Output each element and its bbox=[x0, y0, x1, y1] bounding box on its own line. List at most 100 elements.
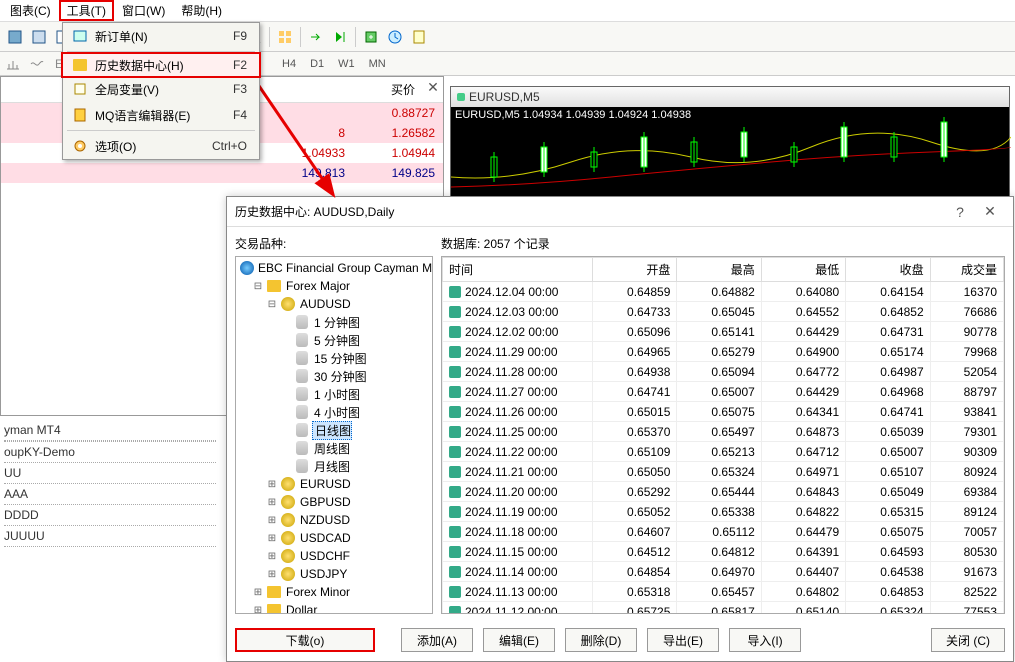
menu-window[interactable]: 窗口(W) bbox=[114, 0, 173, 21]
tf-h4[interactable]: H4 bbox=[276, 56, 302, 72]
tf-mn[interactable]: MN bbox=[363, 56, 392, 72]
grid-header[interactable]: 最高 bbox=[677, 258, 761, 282]
import-button[interactable]: 导入(I) bbox=[729, 628, 801, 652]
tree-node[interactable]: 30 分钟图 bbox=[238, 367, 430, 385]
grid-header[interactable]: 成交量 bbox=[930, 258, 1003, 282]
tree-node[interactable]: ⊞NZDUSD bbox=[238, 511, 430, 529]
grid-row[interactable]: 2024.11.27 00:000.647410.650070.644290.6… bbox=[443, 382, 1004, 402]
grid-header[interactable]: 最低 bbox=[761, 258, 845, 282]
download-button[interactable]: 下载(o) bbox=[235, 628, 375, 652]
menu-chart[interactable]: 图表(C) bbox=[2, 0, 59, 21]
grid-row[interactable]: 2024.11.26 00:000.650150.650750.643410.6… bbox=[443, 402, 1004, 422]
nav-item[interactable]: DDDD bbox=[4, 505, 216, 526]
shift-icon[interactable] bbox=[305, 26, 327, 48]
grid-row[interactable]: 2024.11.15 00:000.645120.648120.643910.6… bbox=[443, 542, 1004, 562]
chart-content[interactable]: EURUSD,M5 1.04934 1.04939 1.04924 1.0493… bbox=[451, 107, 1009, 197]
menu-shortcut: Ctrl+O bbox=[212, 139, 253, 153]
nav-item[interactable]: AAA bbox=[4, 484, 216, 505]
tree-node[interactable]: EBC Financial Group Cayman M bbox=[238, 259, 430, 277]
red-arrow bbox=[252, 78, 352, 208]
grid-row[interactable]: 2024.11.29 00:000.649650.652790.649000.6… bbox=[443, 342, 1004, 362]
grid-header[interactable]: 开盘 bbox=[593, 258, 677, 282]
tree-node[interactable]: 日线图 bbox=[238, 421, 430, 439]
delete-button[interactable]: 删除(D) bbox=[565, 628, 637, 652]
menu-label: 全局变量(V) bbox=[91, 81, 233, 98]
grid-row[interactable]: 2024.12.04 00:000.648590.648820.640800.6… bbox=[443, 282, 1004, 302]
grid-row[interactable]: 2024.11.28 00:000.649380.650940.647720.6… bbox=[443, 362, 1004, 382]
menu-shortcut: F4 bbox=[233, 108, 253, 122]
dialog-footer: 下载(o) 添加(A) 编辑(E) 删除(D) 导出(E) 导入(I) 关闭 (… bbox=[227, 622, 1013, 658]
tree-node[interactable]: 4 小时图 bbox=[238, 403, 430, 421]
chart-svg bbox=[451, 107, 1011, 197]
menu-label: 新订单(N) bbox=[91, 28, 233, 45]
grid-header[interactable]: 时间 bbox=[443, 258, 593, 282]
grid-header[interactable]: 收盘 bbox=[846, 258, 930, 282]
menu-options[interactable]: 选项(O) Ctrl+O bbox=[63, 133, 259, 159]
tree-node[interactable]: ⊞USDCHF bbox=[238, 547, 430, 565]
tree-node[interactable]: 月线图 bbox=[238, 457, 430, 475]
tools-dropdown: 新订单(N) F9 历史数据中心(H) F2 全局变量(V) F3 MQ语言编辑… bbox=[62, 22, 260, 160]
tree-node[interactable]: ⊞USDJPY bbox=[238, 565, 430, 583]
chart-panel: EURUSD,M5 EURUSD,M5 1.04934 1.04939 1.04… bbox=[450, 86, 1010, 196]
close-icon[interactable]: ✕ bbox=[425, 79, 441, 95]
tf-w1[interactable]: W1 bbox=[332, 56, 361, 72]
tree-node[interactable]: ⊞GBPUSD bbox=[238, 493, 430, 511]
tf-d1[interactable]: D1 bbox=[304, 56, 330, 72]
database-label: 数据库: 2057 个记录 bbox=[441, 235, 1005, 252]
add-button[interactable]: 添加(A) bbox=[401, 628, 473, 652]
tree-node[interactable]: 5 分钟图 bbox=[238, 331, 430, 349]
edit-button[interactable]: 编辑(E) bbox=[483, 628, 555, 652]
indicator-icon[interactable] bbox=[360, 26, 382, 48]
tree-node[interactable]: 1 分钟图 bbox=[238, 313, 430, 331]
tree-node[interactable]: ⊟AUDUSD bbox=[238, 295, 430, 313]
tree-node[interactable]: ⊞EURUSD bbox=[238, 475, 430, 493]
data-grid[interactable]: 时间开盘最高最低收盘成交量2024.12.04 00:000.648590.64… bbox=[441, 256, 1005, 614]
menu-label: MQ语言编辑器(E) bbox=[91, 107, 233, 124]
grid-row[interactable]: 2024.11.12 00:000.657250.658170.651400.6… bbox=[443, 602, 1004, 615]
grid-row[interactable]: 2024.11.13 00:000.653180.654570.648020.6… bbox=[443, 582, 1004, 602]
tree-node[interactable]: 周线图 bbox=[238, 439, 430, 457]
tb-icon-2[interactable] bbox=[28, 26, 50, 48]
nav-item[interactable]: UU bbox=[4, 463, 216, 484]
nav-item[interactable]: oupKY-Demo bbox=[4, 442, 216, 463]
tf-icon-2[interactable] bbox=[26, 53, 48, 75]
menu-shortcut: F3 bbox=[233, 82, 253, 96]
tree-node[interactable]: ⊞Forex Minor bbox=[238, 583, 430, 601]
nav-item[interactable]: yman MT4 bbox=[4, 420, 216, 441]
help-button[interactable]: ? bbox=[945, 204, 975, 220]
export-button[interactable]: 导出(E) bbox=[647, 628, 719, 652]
nav-item[interactable]: JUUUU bbox=[4, 526, 216, 547]
template-icon[interactable] bbox=[408, 26, 430, 48]
grid-row[interactable]: 2024.11.20 00:000.652920.654440.648430.6… bbox=[443, 482, 1004, 502]
tree-node[interactable]: ⊟Forex Major bbox=[238, 277, 430, 295]
tree-node[interactable]: 15 分钟图 bbox=[238, 349, 430, 367]
grid-row[interactable]: 2024.12.03 00:000.647330.650450.645520.6… bbox=[443, 302, 1004, 322]
close-button[interactable]: ✕ bbox=[975, 203, 1005, 220]
grid-row[interactable]: 2024.11.21 00:000.650500.653240.649710.6… bbox=[443, 462, 1004, 482]
tree-node[interactable]: ⊞USDCAD bbox=[238, 529, 430, 547]
tf-icon-1[interactable] bbox=[2, 53, 24, 75]
menu-label: 历史数据中心(H) bbox=[91, 57, 233, 74]
period-icon[interactable] bbox=[384, 26, 406, 48]
grid-row[interactable]: 2024.12.02 00:000.650960.651410.644290.6… bbox=[443, 322, 1004, 342]
close-dialog-button[interactable]: 关闭 (C) bbox=[931, 628, 1005, 652]
menu-new-order[interactable]: 新订单(N) F9 bbox=[63, 23, 259, 49]
tree-node[interactable]: 1 小时图 bbox=[238, 385, 430, 403]
menu-tools[interactable]: 工具(T) bbox=[59, 0, 114, 21]
grid-row[interactable]: 2024.11.19 00:000.650520.653380.648220.6… bbox=[443, 502, 1004, 522]
menu-global-vars[interactable]: 全局变量(V) F3 bbox=[63, 76, 259, 102]
tile-icon[interactable] bbox=[274, 26, 296, 48]
globals-icon bbox=[69, 81, 91, 97]
grid-row[interactable]: 2024.11.14 00:000.648540.649700.644070.6… bbox=[443, 562, 1004, 582]
menu-history-center[interactable]: 历史数据中心(H) F2 bbox=[61, 52, 261, 78]
tree-node[interactable]: ⊞Dollar bbox=[238, 601, 430, 614]
autoscroll-icon[interactable] bbox=[329, 26, 351, 48]
grid-row[interactable]: 2024.11.22 00:000.651090.652130.647120.6… bbox=[443, 442, 1004, 462]
mw-row[interactable]: 149.813149.825 bbox=[1, 163, 443, 183]
menu-mq-editor[interactable]: MQ语言编辑器(E) F4 bbox=[63, 102, 259, 128]
grid-row[interactable]: 2024.11.18 00:000.646070.651120.644790.6… bbox=[443, 522, 1004, 542]
grid-row[interactable]: 2024.11.25 00:000.653700.654970.648730.6… bbox=[443, 422, 1004, 442]
menu-help[interactable]: 帮助(H) bbox=[173, 0, 230, 21]
tb-icon-1[interactable] bbox=[4, 26, 26, 48]
symbol-tree[interactable]: EBC Financial Group Cayman M⊟Forex Major… bbox=[235, 256, 433, 614]
